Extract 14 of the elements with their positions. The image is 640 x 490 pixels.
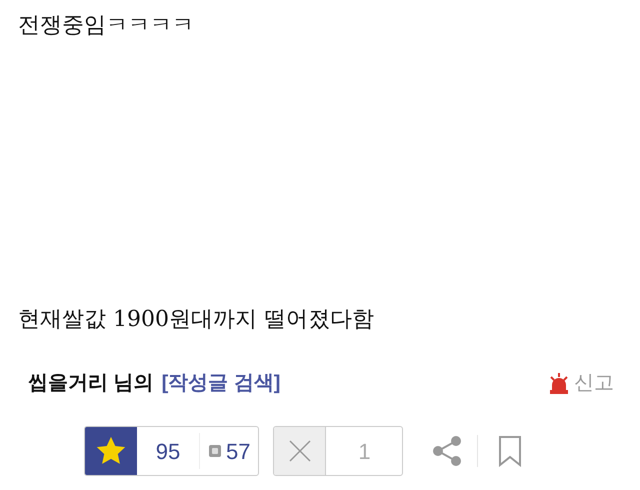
close-icon: [288, 439, 312, 463]
post-title: 전쟁중임ㅋㅋㅋㅋ: [18, 11, 194, 39]
post-body: 현재쌀값 1900원대까지 떨어졌다함: [18, 306, 374, 334]
bookmark-icon: [498, 435, 522, 467]
best-count: 57: [226, 438, 250, 466]
author-name: 씹을거리 님의: [28, 371, 154, 396]
upvote-button[interactable]: [85, 427, 137, 475]
downvote-button[interactable]: [274, 427, 326, 475]
share-icon: [432, 436, 462, 466]
downvote-count: 1: [357, 438, 372, 466]
siren-icon: [548, 372, 570, 394]
search-posts-link[interactable]: [작성글 검색]: [162, 368, 280, 398]
upvote-count: 95: [154, 438, 182, 466]
badge-icon: [208, 444, 222, 458]
